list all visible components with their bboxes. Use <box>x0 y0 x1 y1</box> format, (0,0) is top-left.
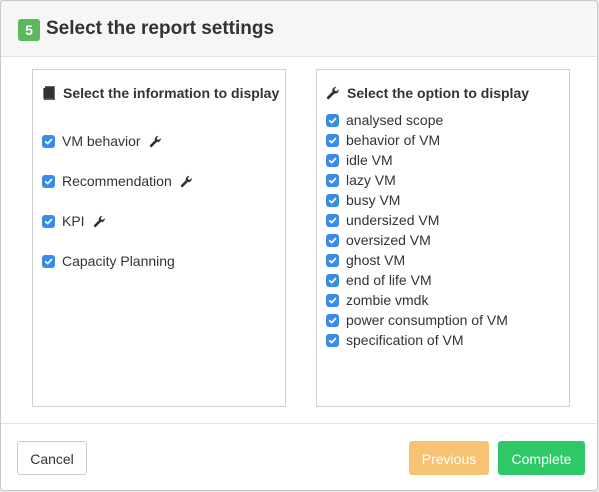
option-item-label: busy VM <box>346 192 401 208</box>
information-item-label: Recommendation <box>62 173 172 189</box>
option-item-label: behavior of VM <box>346 132 441 148</box>
option-item[interactable]: end of life VM <box>326 271 432 289</box>
checkbox[interactable] <box>326 173 339 187</box>
checkbox[interactable] <box>326 113 339 127</box>
dialog-title: Select the report settings <box>46 18 275 39</box>
option-item[interactable]: lazy VM <box>326 171 396 189</box>
previous-button[interactable]: Previous <box>409 441 489 475</box>
information-item-label: VM behavior <box>62 133 141 149</box>
cancel-button[interactable]: Cancel <box>17 441 87 475</box>
option-panel: Select the option to display analysed sc… <box>316 69 570 407</box>
option-item[interactable]: specification of VM <box>326 331 464 349</box>
information-item[interactable]: VM behavior <box>42 132 162 150</box>
option-item[interactable]: ghost VM <box>326 251 405 269</box>
wrench-icon[interactable] <box>93 215 106 228</box>
option-item-label: power consumption of VM <box>346 312 508 328</box>
checkbox[interactable] <box>326 233 339 247</box>
checkbox[interactable] <box>326 293 339 307</box>
option-item-label: specification of VM <box>346 332 464 348</box>
wrench-icon[interactable] <box>149 135 162 148</box>
information-item-label: Capacity Planning <box>62 253 175 269</box>
option-item-label: analysed scope <box>346 112 444 128</box>
checkbox[interactable] <box>326 313 339 327</box>
option-item[interactable]: behavior of VM <box>326 131 440 149</box>
option-item[interactable]: idle VM <box>326 151 393 169</box>
checkbox[interactable] <box>326 133 339 147</box>
checkbox[interactable] <box>326 333 339 347</box>
option-item-label: end of life VM <box>346 272 432 288</box>
checkbox[interactable] <box>326 153 339 167</box>
information-panel-heading: Select the information to display <box>42 85 279 101</box>
information-panel-title: Select the information to display <box>63 85 280 101</box>
option-item[interactable]: power consumption of VM <box>326 311 508 329</box>
option-item[interactable]: zombie vmdk <box>326 291 428 309</box>
option-item-label: ghost VM <box>346 252 406 268</box>
wrench-icon[interactable] <box>180 175 193 188</box>
checkbox[interactable] <box>326 213 339 227</box>
wrench-icon <box>326 86 340 100</box>
complete-button[interactable]: Complete <box>498 441 585 475</box>
dialog-footer: Cancel Previous Complete <box>1 423 597 490</box>
option-item[interactable]: undersized VM <box>326 211 439 229</box>
dialog-header: 5 Select the report settings <box>1 1 597 57</box>
information-item-label: KPI <box>62 213 85 229</box>
option-item[interactable]: oversized VM <box>326 231 431 249</box>
report-settings-dialog: 5 Select the report settings Select the … <box>0 0 598 491</box>
checkbox[interactable] <box>42 214 55 228</box>
option-item-label: zombie vmdk <box>346 292 429 308</box>
checkbox[interactable] <box>326 253 339 267</box>
checkbox[interactable] <box>326 273 339 287</box>
option-item-label: idle VM <box>346 152 393 168</box>
option-item[interactable]: busy VM <box>326 191 400 209</box>
option-panel-title: Select the option to display <box>347 85 530 101</box>
book-icon <box>42 86 56 101</box>
option-item-label: lazy VM <box>346 172 396 188</box>
checkbox[interactable] <box>42 134 55 148</box>
checkbox[interactable] <box>42 254 55 268</box>
option-item[interactable]: analysed scope <box>326 111 443 129</box>
checkbox[interactable] <box>42 174 55 188</box>
checkbox[interactable] <box>326 193 339 207</box>
option-item-label: undersized VM <box>346 212 440 228</box>
step-badge: 5 <box>18 19 40 41</box>
option-panel-heading: Select the option to display <box>326 85 529 101</box>
information-panel: Select the information to display VM beh… <box>32 69 286 407</box>
information-item[interactable]: KPI <box>42 212 106 230</box>
option-item-label: oversized VM <box>346 232 431 248</box>
information-item[interactable]: Capacity Planning <box>42 252 175 270</box>
information-item[interactable]: Recommendation <box>42 172 193 190</box>
